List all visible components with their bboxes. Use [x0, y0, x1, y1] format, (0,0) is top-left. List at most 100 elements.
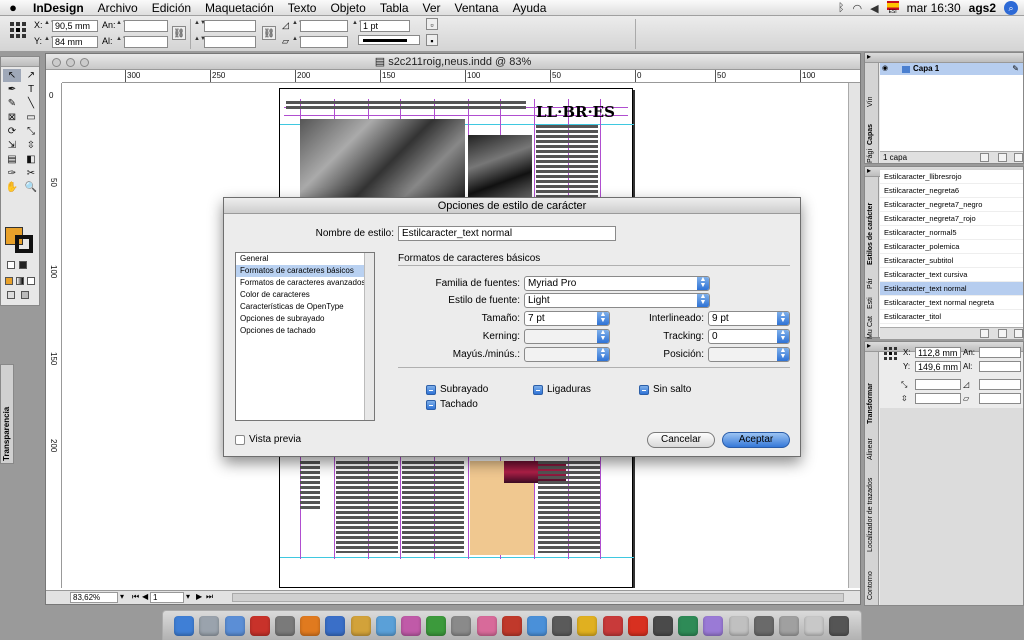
rectangle-tool-icon[interactable]: ▭	[22, 111, 40, 124]
free-transform-tool-icon[interactable]: ⇲	[3, 139, 21, 152]
formatting-container-icon[interactable]	[19, 261, 27, 269]
document-title-bar[interactable]: ▤ s2c211roig,neus.indd @ 83%	[46, 54, 860, 70]
category-advanced-character-formats[interactable]: Formatos de caracteres avanzados	[236, 277, 374, 289]
dock-app-icon[interactable]	[753, 615, 774, 636]
minimize-window-icon[interactable]	[66, 58, 75, 67]
x-field[interactable]: 90,5 mm	[52, 20, 98, 32]
underline-checkbox[interactable]: Subrayado	[426, 384, 488, 395]
shear-field[interactable]	[300, 36, 348, 48]
dock-app-icon[interactable]	[224, 615, 245, 636]
pencil-tool-icon[interactable]: ✎	[3, 97, 21, 110]
delete-layer-icon[interactable]	[1014, 153, 1023, 162]
dock-app-icon[interactable]	[552, 615, 573, 636]
zoom-field[interactable]: 83,62%	[70, 592, 118, 603]
dock-app-icon[interactable]	[779, 615, 800, 636]
cancel-button[interactable]: Cancelar	[647, 432, 715, 448]
menu-clock[interactable]: mar 16:30	[907, 1, 961, 15]
menu-texto[interactable]: Texto	[281, 1, 324, 15]
category-opentype-features[interactable]: Características de OpenType	[236, 301, 374, 313]
firefox-icon[interactable]	[300, 615, 321, 636]
stroke-weight-stepper[interactable]: ▲▼	[352, 20, 364, 32]
panel-collapse-icon[interactable]: ▸	[867, 341, 871, 350]
category-general[interactable]: General	[236, 253, 374, 265]
position-dropdown[interactable]: ▲ ▼	[708, 347, 790, 362]
rotate-stepper[interactable]: ▲▼	[292, 20, 304, 32]
dock-app-icon[interactable]	[577, 615, 598, 636]
selection-tool-icon[interactable]: ↖	[3, 69, 21, 82]
wifi-icon[interactable]: ◠	[853, 2, 863, 15]
scale-y-stepper[interactable]: ▲▼	[194, 36, 206, 48]
transform-h-field[interactable]	[979, 361, 1021, 372]
last-page-icon[interactable]: ⏭	[206, 592, 213, 602]
category-list-scrollbar[interactable]	[364, 253, 374, 420]
dock-app-icon[interactable]	[527, 615, 548, 636]
style-name-input[interactable]: Estilcaracter_text normal	[398, 226, 616, 241]
font-style-dropdown[interactable]: Light ▲ ▼	[524, 293, 710, 308]
layer-row[interactable]: ◉ Capa 1 ✎	[880, 63, 1023, 75]
style-item[interactable]: Estilcaracter_normal5	[880, 226, 1023, 240]
dock-app-icon[interactable]	[678, 615, 699, 636]
dock-app-icon[interactable]	[653, 615, 674, 636]
layer-options-icon[interactable]	[980, 153, 989, 162]
scale-y-field[interactable]	[204, 36, 256, 48]
transform-shear-field[interactable]	[979, 393, 1021, 404]
dock-app-icon[interactable]	[275, 615, 296, 636]
menu-user[interactable]: ags2	[969, 1, 996, 15]
zoom-window-icon[interactable]	[80, 58, 89, 67]
preview-checkbox[interactable]: Vista previa	[235, 434, 301, 445]
acrobat-icon[interactable]	[602, 615, 623, 636]
zoom-tool-icon[interactable]: 🔍	[22, 181, 40, 194]
type-tool-icon[interactable]: T	[22, 83, 40, 96]
dock-app-icon[interactable]	[401, 615, 422, 636]
menu-ver[interactable]: Ver	[416, 1, 448, 15]
finder-icon[interactable]	[174, 615, 195, 636]
style-item[interactable]: Estilcaracter_polemica	[880, 240, 1023, 254]
constrain-proportions-icon[interactable]: ⛓	[172, 26, 186, 40]
menu-indesign[interactable]: InDesign	[26, 1, 91, 15]
style-item[interactable]: Estilcaracter_text cursiva	[880, 268, 1023, 282]
fill-proxy-icon[interactable]: ▫	[426, 18, 438, 30]
y-field[interactable]: 84 mm	[52, 36, 98, 48]
dock-app-icon[interactable]	[476, 615, 497, 636]
layers-panel-header[interactable]	[865, 53, 1023, 63]
style-item-selected[interactable]: Estilcaracter_text normal	[880, 282, 1023, 296]
flash-icon[interactable]	[627, 615, 648, 636]
rotate-field[interactable]	[300, 20, 348, 32]
y-stepper[interactable]: ▲▼	[44, 36, 56, 48]
eyedropper-tool-icon[interactable]: ✑	[3, 167, 21, 180]
style-item[interactable]: Estilcaracter_text normal negreta	[880, 296, 1023, 310]
transparency-tab[interactable]: Transparencia	[0, 364, 14, 464]
scale-lock-icon[interactable]: ⛓	[262, 26, 276, 40]
vertical-scrollbar[interactable]	[848, 83, 860, 588]
delete-style-icon[interactable]	[1014, 329, 1023, 338]
category-strikethrough-options[interactable]: Opciones de tachado	[236, 325, 374, 337]
gradient-feather-tool-icon[interactable]: ◧	[22, 153, 40, 166]
transform-x-field[interactable]: 112,8 mm	[915, 347, 961, 358]
shear-stepper[interactable]: ▲▼	[292, 36, 304, 48]
style-item[interactable]: Estilcaracter_titol	[880, 310, 1023, 324]
stroke-proxy-icon[interactable]: ▪	[426, 34, 438, 46]
leading-combo[interactable]: 9 pt ▲ ▼	[708, 311, 790, 326]
default-colors-icon[interactable]	[7, 261, 15, 269]
menu-ventana[interactable]: Ventana	[448, 1, 506, 15]
category-basic-character-formats[interactable]: Formatos de caracteres básicos	[236, 265, 374, 277]
volume-icon[interactable]: ◀	[870, 2, 878, 15]
menu-tabla[interactable]: Tabla	[373, 1, 416, 15]
apply-gradient-icon[interactable]	[16, 277, 24, 285]
apply-none-icon[interactable]	[27, 277, 35, 285]
transform-scale-y-field[interactable]	[915, 393, 961, 404]
zoom-dropdown-icon[interactable]: ▾	[120, 592, 124, 601]
shear-tool-icon[interactable]: ⇳	[22, 139, 40, 152]
preview-view-icon[interactable]	[21, 291, 29, 299]
rotate-tool-icon[interactable]: ⟳	[3, 125, 21, 138]
kerning-combo[interactable]: ▲ ▼	[524, 329, 610, 344]
direct-selection-tool-icon[interactable]: ↗	[22, 69, 40, 82]
scissors-tool-icon[interactable]: ✂	[22, 167, 40, 180]
style-item[interactable]: Estilcaracter_subtitol	[880, 254, 1023, 268]
horizontal-ruler[interactable]: 300 250 200 150 100 50 0 50 100	[62, 70, 860, 83]
style-item[interactable]: Estilcaracter_llibresrojo	[880, 170, 1023, 184]
menu-objeto[interactable]: Objeto	[323, 1, 372, 15]
scale-tool-icon[interactable]: ⤡	[22, 125, 40, 138]
font-family-dropdown[interactable]: Myriad Pro ▲ ▼	[524, 276, 710, 291]
case-dropdown[interactable]: ▲ ▼	[524, 347, 610, 362]
